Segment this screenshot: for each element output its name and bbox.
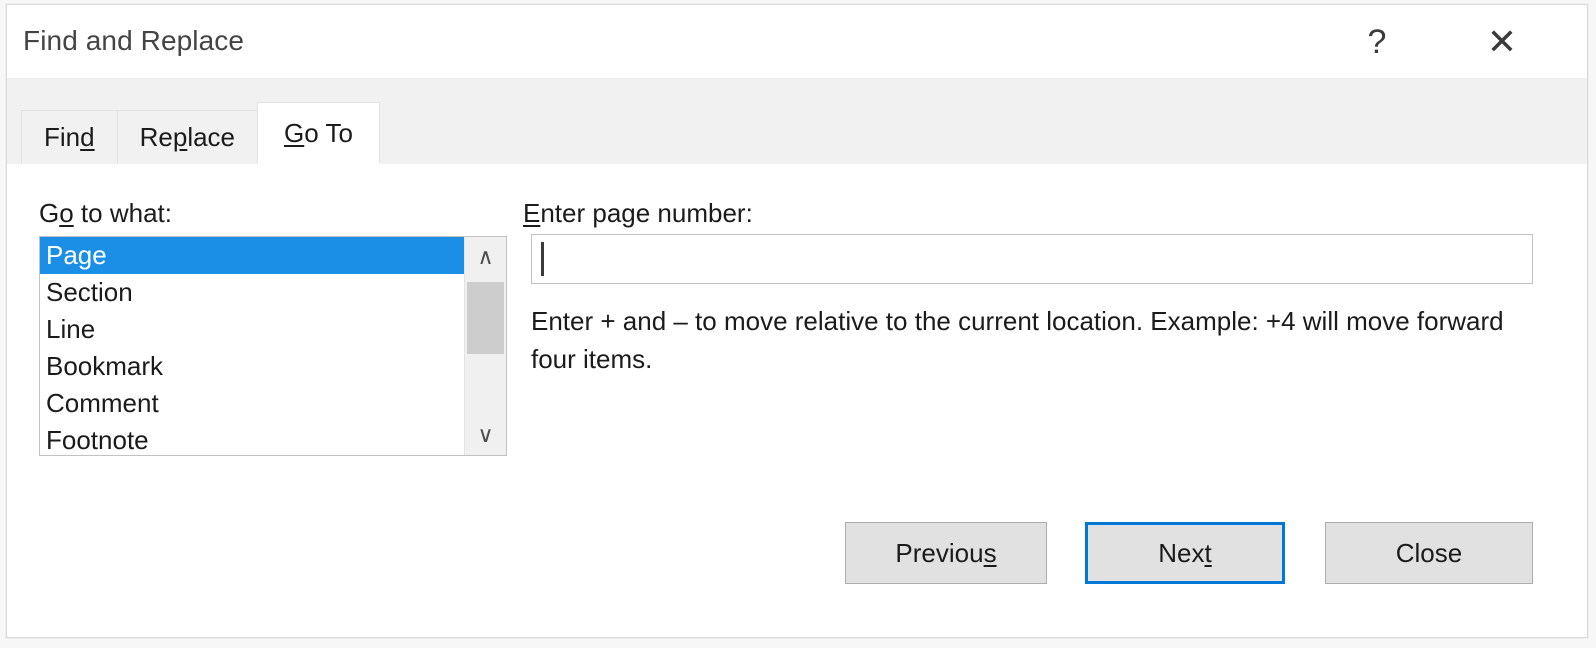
previous-button[interactable]: Previou s	[845, 522, 1047, 584]
chevron-up-icon[interactable]: ∧	[465, 237, 506, 277]
next-button-accel: t	[1204, 537, 1212, 568]
next-button[interactable]: Nex t	[1085, 522, 1285, 584]
tab-go-to-accel: G	[284, 117, 305, 148]
tab-replace-label-suffix: lace	[187, 122, 236, 152]
go-to-tab-panel: Go to what: Page Section Line Bookmark C…	[7, 164, 1587, 637]
find-and-replace-dialog: Find and Replace ? ✕ Fin d Re p lace Go To …	[6, 4, 1588, 638]
go-to-what-listbox[interactable]: Page Section Line Bookmark Comment Footn…	[39, 236, 507, 456]
enter-page-number-label-accel: E	[523, 198, 541, 228]
relative-move-hint: Enter + and – to move relative to the cu…	[531, 306, 1504, 374]
chevron-down-icon[interactable]: ∨	[465, 415, 506, 455]
tab-strip: Fin d Re p lace Go To	[7, 79, 1587, 164]
tab-find-accel: d	[80, 122, 95, 152]
list-item[interactable]: Footnote	[40, 422, 464, 455]
enter-page-number-label-suffix: nter page number:	[540, 198, 753, 228]
previous-button-label-prefix: Previou	[895, 537, 984, 568]
next-button-label-prefix: Nex	[1158, 537, 1205, 568]
close-button[interactable]: Close	[1325, 522, 1533, 584]
close-icon[interactable]: ✕	[1472, 13, 1532, 71]
dialog-title: Find and Replace	[23, 25, 245, 56]
close-button-label-prefix: Close	[1395, 537, 1463, 568]
go-to-what-label-suffix: to what:	[73, 198, 172, 228]
go-to-what-list: Page Section Line Bookmark Comment Footn…	[40, 237, 464, 455]
list-item[interactable]: Comment	[40, 385, 464, 422]
tab-go-to-label-suffix: o To	[304, 117, 353, 148]
tab-go-to[interactable]: Go To	[257, 102, 380, 164]
tab-find-label-prefix: Fin	[44, 122, 81, 152]
tab-replace-label-prefix: Re	[139, 122, 173, 152]
enter-page-number-label: Enter page number:	[523, 198, 753, 229]
scrollbar-thumb[interactable]	[467, 282, 504, 354]
list-item[interactable]: Page	[40, 237, 464, 274]
tab-find[interactable]: Fin d	[21, 110, 118, 164]
list-item[interactable]: Bookmark	[40, 348, 464, 385]
previous-button-accel: s	[983, 537, 997, 568]
go-to-what-label-accel: o	[59, 198, 74, 228]
text-caret	[541, 242, 544, 276]
list-item[interactable]: Line	[40, 311, 464, 348]
tab-replace-accel: p	[172, 122, 188, 152]
go-to-what-label-prefix: G	[39, 198, 60, 228]
go-to-what-label: Go to what:	[39, 198, 172, 229]
listbox-scrollbar[interactable]: ∧ ∨	[464, 237, 506, 455]
page-number-input[interactable]	[531, 234, 1533, 284]
list-item[interactable]: Section	[40, 274, 464, 311]
dialog-titlebar: Find and Replace ? ✕	[7, 5, 1587, 79]
tab-list: Fin d Re p lace Go To	[21, 102, 380, 164]
help-icon[interactable]: ?	[1347, 13, 1407, 71]
tab-replace[interactable]: Re p lace	[116, 110, 259, 164]
